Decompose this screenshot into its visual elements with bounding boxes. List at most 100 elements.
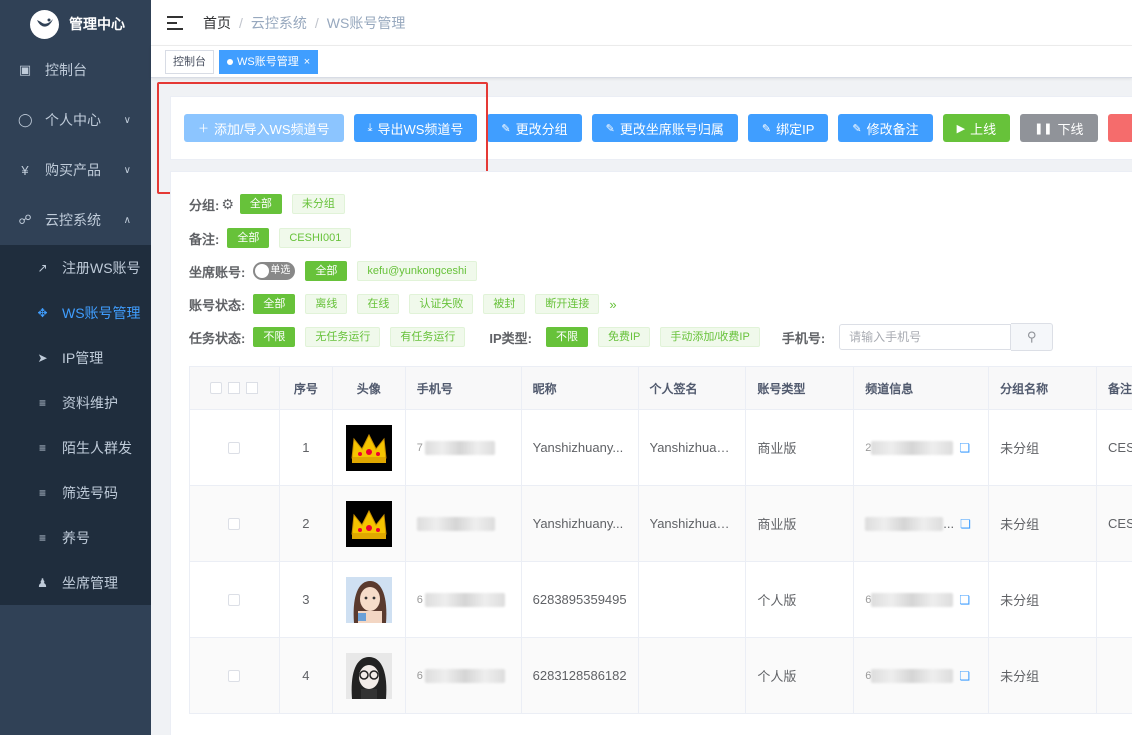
channel-redacted [865, 516, 944, 531]
filter-label: 分组: [189, 197, 220, 213]
toggle-label: 单选 [270, 265, 291, 276]
export-button[interactable]: ⤓ 导出WS频道号 [353, 114, 478, 142]
toolbar: ＋ 添加/导入WS频道号 ⤓ 导出WS频道号 ✎ 更改分组 ✎ 更改坐席账号归属 ✎ 绑定… [170, 96, 1132, 160]
breadcrumb-cloud[interactable]: 云控系统 [251, 15, 307, 31]
channel-info: ... [943, 516, 955, 531]
filter-chip[interactable]: 未分组 [291, 194, 345, 214]
sidebar-item-ws-manage[interactable]: ✥ WS账号管理 [0, 290, 151, 335]
filter-chip[interactable]: 有任务运行 [390, 327, 466, 347]
filter-chip[interactable]: 不限 [545, 327, 588, 347]
close-icon[interactable]: × [304, 51, 310, 73]
edit-icon: ✎ [605, 122, 615, 135]
filter-chip[interactable]: 不限 [253, 327, 296, 347]
nickname: Yanshizhuany... [532, 516, 624, 531]
table-row[interactable]: 1 7 Yanshizhuany... Yanshizhuan... 商业版 2… [190, 410, 1132, 486]
breadcrumb-home[interactable]: 首页 [203, 15, 231, 31]
copy-icon[interactable]: ❏ [959, 593, 970, 607]
girl-avatar-icon [345, 576, 392, 623]
filter-chip[interactable]: 离线 [305, 294, 348, 314]
filter-chip[interactable]: 手动添加/收费IP [660, 327, 760, 347]
sidebar-item-filter-numbers[interactable]: ≡ 筛选号码 [0, 470, 151, 515]
header-cell: 头像 [333, 367, 406, 409]
row-checkbox[interactable] [228, 517, 241, 530]
copy-icon[interactable]: ❏ [959, 669, 970, 683]
filter-chip[interactable]: CESHI001 [279, 228, 352, 248]
online-button[interactable]: ▶ 上线 [942, 114, 1011, 142]
phone-cell [406, 486, 522, 561]
add-import-button[interactable]: ＋ 添加/导入WS频道号 [184, 114, 344, 142]
header-cell[interactable]: 序号 [280, 367, 333, 409]
nickname-cell: 6283128586182 [522, 638, 639, 713]
channel-redacted [871, 440, 954, 455]
filter-chip[interactable]: 断开连接 [535, 294, 600, 314]
row-index: 3 [280, 562, 333, 637]
crown-avatar-icon [345, 424, 392, 471]
phone-search-input[interactable]: 请输入手机号 [839, 324, 1012, 350]
copy-select-icon[interactable] [228, 382, 241, 394]
sidebar-item-agent-manage[interactable]: ♟ 坐席管理 [0, 560, 151, 605]
table-row[interactable]: 2 Yanshizhuany... Yanshizhuan... 商业版 ...… [190, 486, 1132, 562]
search-button[interactable]: ⚲ [1011, 323, 1054, 351]
filter-chip[interactable]: kefu@yunkongceshi [357, 261, 477, 281]
header-cell[interactable]: 备注 [1097, 367, 1132, 409]
user-circle-icon: ◯ [18, 112, 33, 127]
delete-button[interactable] [1107, 114, 1132, 142]
row-index: 2 [280, 486, 333, 561]
filter-chip[interactable]: 全部 [253, 294, 296, 314]
avatar [333, 410, 406, 485]
button-label: 更改分组 [515, 121, 568, 137]
filter-chip[interactable]: 被封 [483, 294, 526, 314]
tag-ws-manage[interactable]: WS账号管理 × [219, 49, 319, 74]
sidebar-item-nurture[interactable]: ≡ 养号 [0, 515, 151, 560]
sidebar-item-label: IP管理 [62, 349, 104, 366]
single-select-toggle[interactable]: 单选 [253, 262, 296, 280]
filter-chip[interactable]: 全部 [239, 194, 282, 214]
filter-chip[interactable]: 在线 [357, 294, 400, 314]
filter-chip[interactable]: 免费IP [597, 327, 651, 347]
header-cell[interactable]: 账号类型 [746, 367, 855, 409]
sidebar-item-stranger-broadcast[interactable]: ≡ 陌生人群发 [0, 425, 151, 470]
filter-chip[interactable]: 全部 [305, 261, 348, 281]
phone-redacted [424, 592, 505, 607]
filter-chip[interactable]: 认证失败 [409, 294, 474, 314]
copy-icon[interactable]: ❏ [960, 517, 971, 531]
sidebar-item-profile-maintain[interactable]: ≡ 资料维护 [0, 380, 151, 425]
group-name: 未分组 [989, 410, 1098, 485]
phone-masked: 6 [416, 669, 423, 682]
header-cell[interactable]: 个人签名 [639, 367, 747, 409]
table-row[interactable]: 3 6 6283895359495 个人版 6 ❏ 未分组 [190, 562, 1132, 638]
bind-ip-button[interactable]: ✎ 绑定IP [747, 114, 829, 142]
sidebar-item-dashboard[interactable]: ▣ 控制台 [0, 45, 151, 95]
header-cell[interactable]: 昵称 [522, 367, 639, 409]
change-agent-button[interactable]: ✎ 更改坐席账号归属 [591, 114, 738, 142]
filter-chip[interactable]: 无任务运行 [305, 327, 381, 347]
copy-icon[interactable]: ❏ [959, 441, 970, 455]
chevron-down-icon: ∨ [123, 164, 131, 176]
header-cell[interactable]: 频道信息 [854, 367, 990, 409]
edit-note-button[interactable]: ✎ 修改备注 [838, 114, 933, 142]
gear-icon[interactable]: ⚙ [221, 196, 234, 213]
sidebar-item-profile[interactable]: ◯ 个人中心 ∨ [0, 95, 151, 145]
table-row[interactable]: 4 6 6283128586182 个人版 6 ❏ 未分组 [190, 638, 1132, 714]
sidebar-item-ip-manage[interactable]: ➤ IP管理 [0, 335, 151, 380]
hamburger-icon[interactable] [167, 15, 183, 30]
expand-more-icon[interactable]: » [609, 297, 616, 312]
row-checkbox[interactable] [228, 669, 241, 682]
brand[interactable]: 管理中心 [0, 0, 151, 48]
clear-select-icon[interactable] [246, 382, 259, 394]
filter-chip[interactable]: 全部 [227, 228, 270, 248]
sidebar-item-register-ws[interactable]: ↗ 注册WS账号 [0, 245, 151, 290]
headset-icon: ☍ [18, 212, 32, 227]
sidebar-item-cloud-control[interactable]: ☍ 云控系统 ∧ [0, 195, 151, 245]
tag-dashboard[interactable]: 控制台 [165, 49, 214, 74]
button-label: 上线 [970, 121, 997, 137]
row-checkbox[interactable] [228, 441, 241, 454]
filter-label: 任务状态: [189, 330, 246, 346]
header-cell[interactable]: 分组名称 [989, 367, 1098, 409]
select-all-checkbox[interactable] [210, 382, 223, 394]
header-cell[interactable]: 手机号 [406, 367, 522, 409]
offline-button[interactable]: ❚❚ 下线 [1020, 114, 1098, 142]
change-group-button[interactable]: ✎ 更改分组 [487, 114, 582, 142]
row-checkbox[interactable] [228, 593, 241, 606]
sidebar-item-purchase[interactable]: ¥ 购买产品 ∨ [0, 145, 151, 195]
